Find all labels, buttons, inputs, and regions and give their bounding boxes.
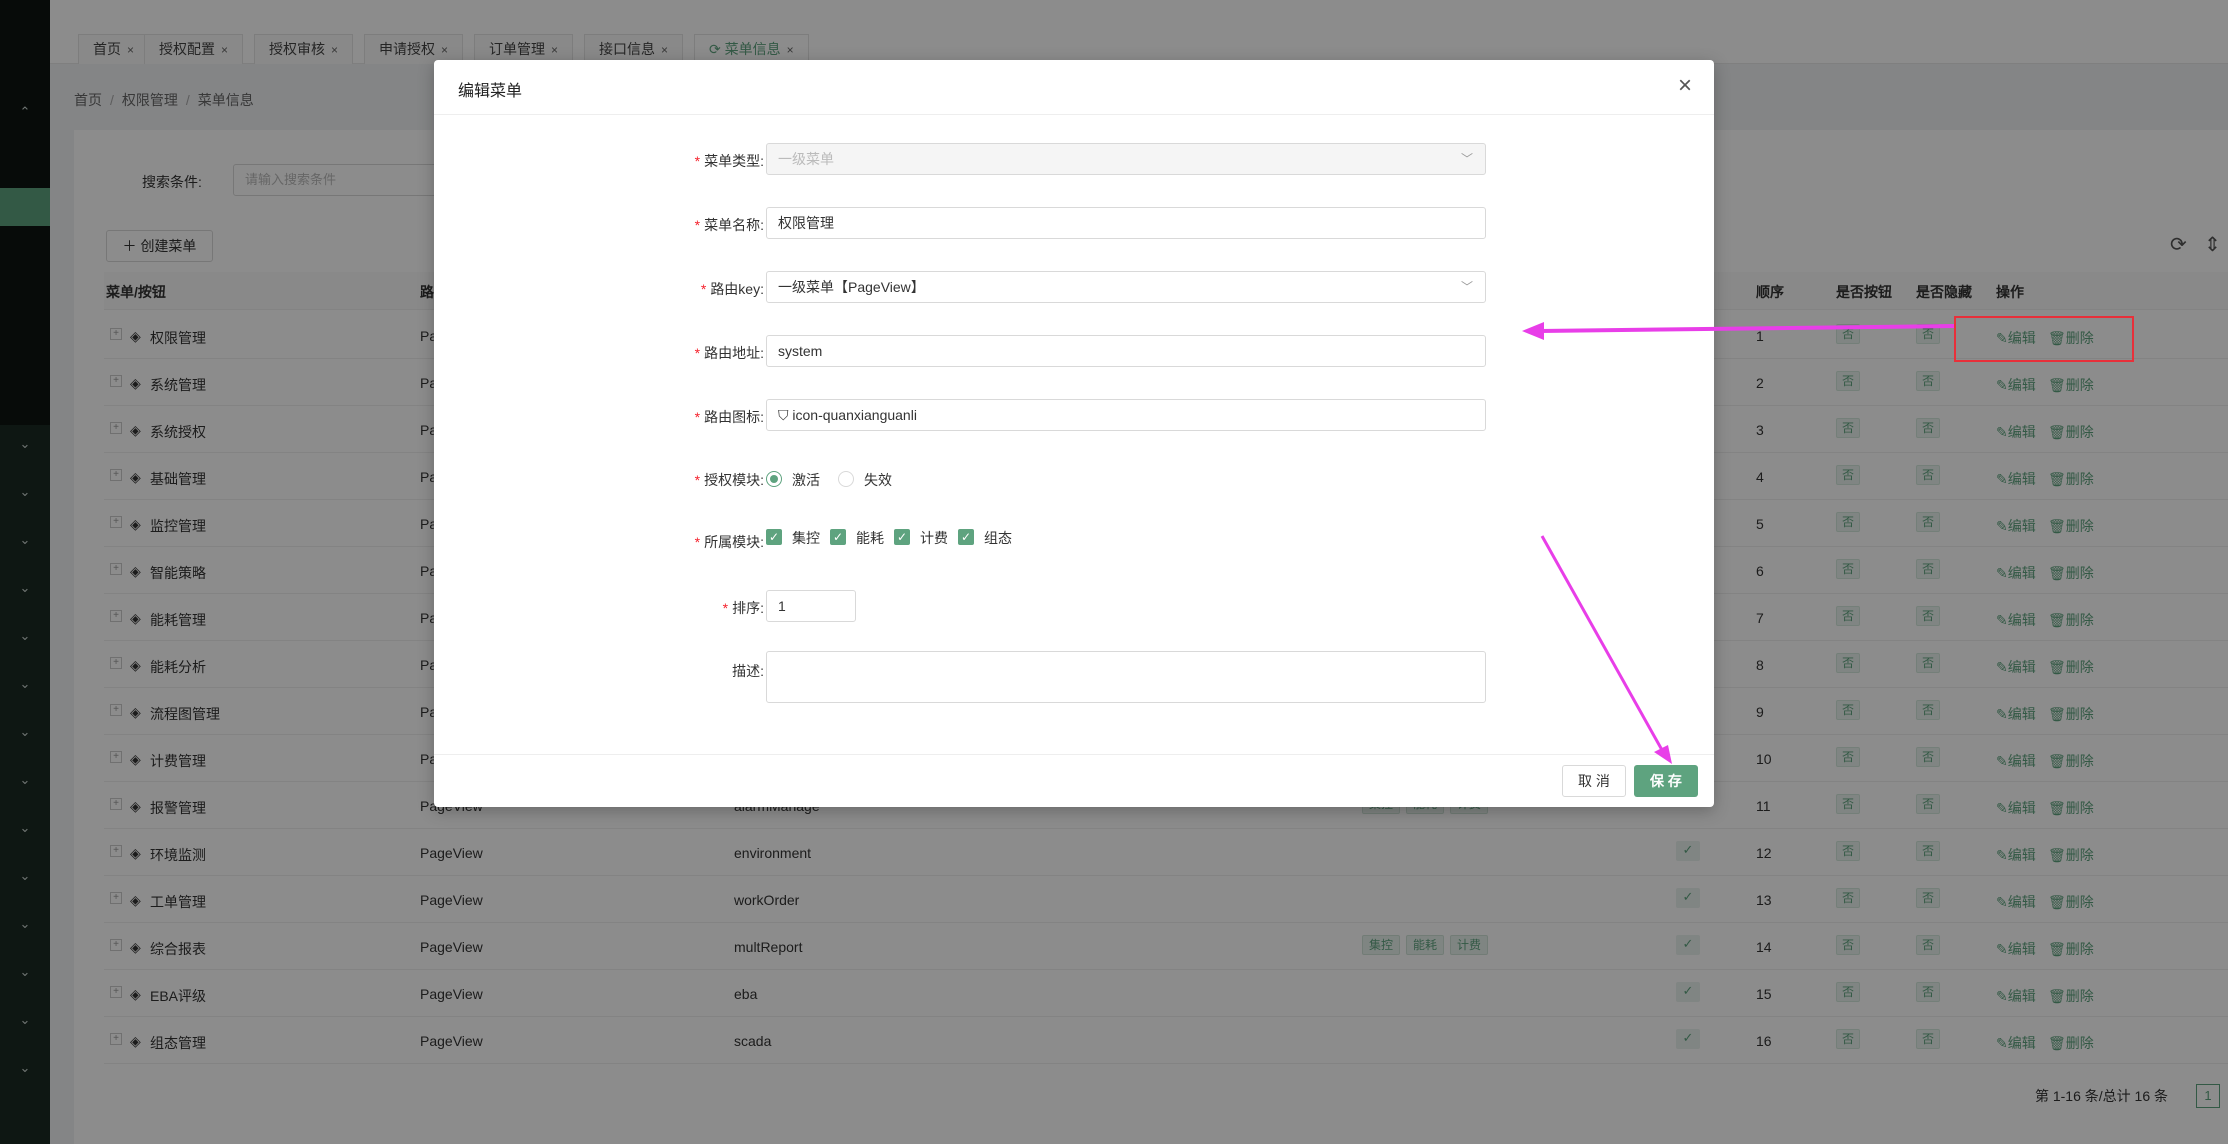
arrowhead-down <box>1654 745 1672 764</box>
arrow-to-save <box>1540 535 1664 751</box>
arrowhead-left <box>1522 322 1544 340</box>
arrow-to-modal <box>1539 324 1955 333</box>
annotation-arrows <box>1522 322 1955 764</box>
